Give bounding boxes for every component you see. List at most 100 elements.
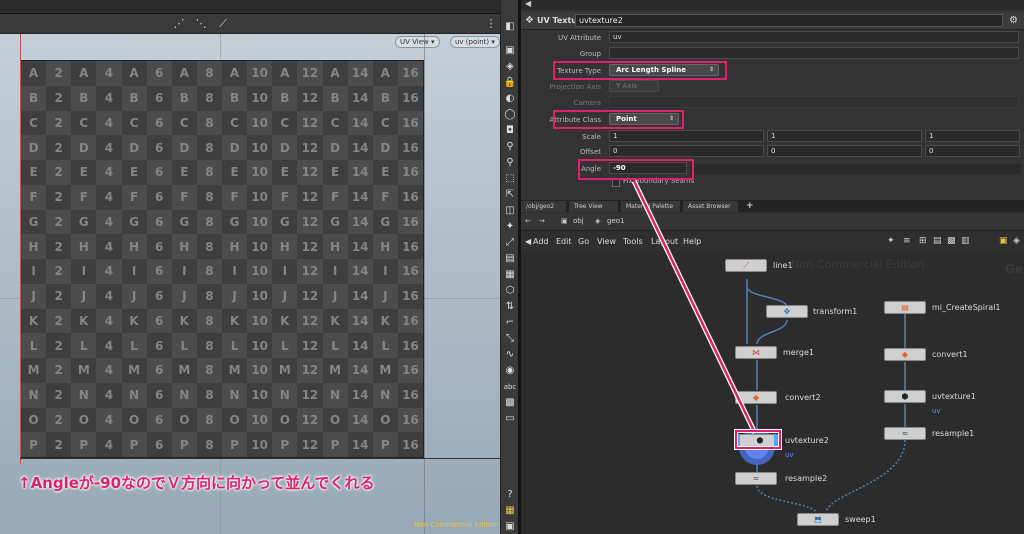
arrows-icon[interactable]: ⤡ — [503, 332, 517, 346]
blank-icon[interactable]: ▭ — [503, 412, 517, 426]
scale-y-field[interactable]: 1 — [767, 130, 922, 142]
wireframe-icon[interactable]: ◯ — [503, 108, 517, 122]
node-convert2[interactable]: ◆ — [735, 391, 777, 404]
uv-grid-cell: C — [272, 110, 298, 136]
template-icon[interactable]: ◫ — [503, 204, 517, 218]
node-mi-createspiral1[interactable]: ▤ — [884, 301, 926, 314]
snap-point-icon[interactable]: ⟋ — [214, 16, 232, 32]
uv-icon[interactable]: ▤ — [503, 252, 517, 266]
offset-x-field[interactable]: 0 — [609, 145, 764, 157]
uv-viewport[interactable]: ⋰ ⋱ ⟋ ⋮ UV View ▾ uv (point) ▾ A2A4A6A8A… — [0, 0, 500, 534]
node-convert1[interactable]: ◆ — [884, 348, 926, 361]
palette-icon[interactable]: ◈ — [1013, 236, 1023, 246]
light-icon[interactable]: ⚲ — [503, 140, 517, 154]
snap-grid-icon[interactable]: ⋱ — [192, 16, 210, 32]
path-geo1[interactable]: geo1 — [607, 217, 625, 225]
tab-obj-geo2[interactable]: /obj/geo2 — [521, 201, 567, 212]
node-sweep1[interactable]: ⬒ — [797, 513, 839, 526]
menu-go[interactable]: Go — [578, 237, 589, 246]
menu-add[interactable]: Add — [533, 237, 549, 246]
primitive-icon[interactable]: ✦ — [503, 220, 517, 234]
forward-arrow-icon[interactable]: → — [539, 217, 545, 225]
columns-icon[interactable]: ▥ — [961, 236, 971, 246]
lock-icon[interactable]: 🔒 — [503, 76, 517, 90]
color-icon[interactable]: ◉ — [503, 364, 517, 378]
menu-edit[interactable]: Edit — [556, 237, 572, 246]
tab-material-palette[interactable]: Material Palette — [621, 201, 681, 212]
fix-seams-checkbox[interactable] — [612, 179, 620, 187]
angle-slider[interactable] — [691, 164, 1021, 174]
sort-icon[interactable]: ⇅ — [503, 300, 517, 314]
ghost-icon[interactable]: ◈ — [503, 60, 517, 74]
uv-grid-cell: E — [222, 160, 248, 185]
image-icon[interactable]: ▩ — [503, 396, 517, 410]
uv-grid-cell: 12 — [297, 184, 323, 210]
uv-grid-cell: I — [21, 259, 47, 284]
back-arrow-icon[interactable]: ← — [525, 217, 531, 225]
projection-axis-dropdown[interactable]: Y Axis — [609, 80, 659, 92]
scale-label: Scale — [582, 133, 601, 141]
uv-view-menu[interactable]: UV View ▾ — [395, 36, 440, 48]
camera-icon[interactable]: ◘ — [503, 124, 517, 138]
offset-z-field[interactable]: 0 — [925, 145, 1020, 157]
menu-layout[interactable]: Layout — [651, 237, 678, 246]
table-icon[interactable]: ▤ — [933, 236, 943, 246]
menu-back-icon[interactable]: ◀ — [525, 237, 531, 246]
back-arrow-icon[interactable]: ◀ — [525, 0, 531, 8]
normals-icon[interactable]: ⇱ — [503, 188, 517, 202]
scale-x-field[interactable]: 1 — [609, 130, 764, 142]
point-icon[interactable]: ⚲ — [503, 156, 517, 170]
list-icon[interactable]: ≡ — [903, 236, 913, 246]
menu-view[interactable]: View — [597, 237, 616, 246]
path-obj[interactable]: obj — [573, 217, 584, 225]
node-transform1[interactable]: ✥ — [766, 305, 808, 318]
wrench-icon[interactable]: ✦ — [887, 236, 897, 246]
scale-z-field[interactable]: 1 — [925, 130, 1020, 142]
vertex-icon[interactable]: ⬚ — [503, 172, 517, 186]
v-axis-line — [20, 34, 21, 464]
help-icon[interactable]: ? — [503, 488, 517, 502]
layout-grid-icon[interactable]: ▦ — [503, 504, 517, 518]
display-options-icon[interactable]: ◧ — [503, 20, 517, 34]
layout-single-icon[interactable]: ▣ — [503, 520, 517, 534]
uv-grid-cell: O — [272, 407, 298, 433]
group-field[interactable] — [609, 47, 1019, 59]
offset-y-field[interactable]: 0 — [767, 145, 922, 157]
uv-attribute-menu[interactable]: uv (point) ▾ — [450, 36, 500, 48]
hull-icon[interactable]: ⬡ — [503, 284, 517, 298]
uv-attribute-field[interactable]: uv — [609, 31, 1019, 43]
node-line1[interactable]: ⟋ — [725, 259, 767, 272]
node-uvtexture1[interactable]: ⬢ — [884, 390, 926, 403]
grid-icon[interactable]: ▦ — [503, 268, 517, 282]
note-icon[interactable]: ▣ — [999, 236, 1009, 246]
uv-grid-cell: 8 — [196, 160, 222, 185]
gear-icon[interactable]: ⚙ — [1009, 15, 1018, 26]
tab-tree-view[interactable]: Tree View — [569, 201, 619, 212]
network-tabs: /obj/geo2 Tree View Material Palette Ass… — [521, 200, 1024, 212]
camera-field[interactable] — [609, 96, 1019, 108]
node-uvtexture2[interactable]: ⬢ — [736, 434, 778, 447]
shading-icon[interactable]: ◐ — [503, 92, 517, 106]
pin-icon[interactable]: ▣ — [503, 44, 517, 58]
uv-grid-cell: 8 — [196, 283, 222, 309]
edge-icon[interactable]: ⤢ — [503, 236, 517, 250]
grid-snap-icon[interactable]: ⊞ — [919, 236, 929, 246]
network-canvas[interactable]: Non-Commercial Edition Geo ⟋ line1 ✥ — [521, 252, 1024, 534]
uv-grid-cell: A — [272, 61, 298, 86]
tab-asset-browser[interactable]: Asset Browser — [683, 201, 739, 212]
snap-icon[interactable]: ⋰ — [170, 16, 188, 32]
text-icon[interactable]: abc — [503, 380, 517, 394]
node-name-field[interactable]: uvtexture2 — [575, 14, 1003, 27]
uv-grid-cell: 6 — [146, 259, 172, 284]
image-icon[interactable]: ▩ — [947, 236, 957, 246]
node-resample2[interactable]: ≈ — [735, 472, 777, 485]
menu-help[interactable]: Help — [683, 237, 701, 246]
menu-tools[interactable]: Tools — [623, 237, 643, 246]
node-merge1[interactable]: ⋈ — [735, 346, 777, 359]
viewport-options-icon[interactable]: ⋮ — [482, 16, 500, 32]
add-tab-button[interactable]: + — [741, 201, 755, 212]
curve-icon[interactable]: ∿ — [503, 348, 517, 362]
uv-grid-cell: A — [21, 61, 47, 86]
node-resample1[interactable]: ≈ — [884, 427, 926, 440]
corner-icon[interactable]: ⌐ — [503, 316, 517, 330]
